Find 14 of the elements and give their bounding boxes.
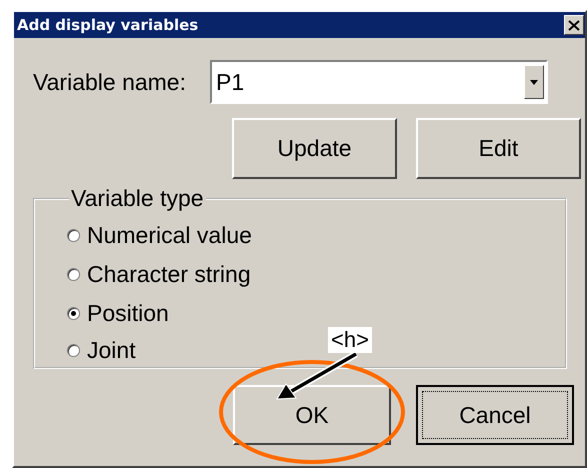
field-label: Variable name: — [33, 68, 186, 96]
radio-label[interactable]: Character string — [87, 260, 251, 288]
radio-label[interactable]: Numerical value — [87, 222, 252, 248]
radio-label[interactable]: Joint — [87, 336, 136, 364]
annotation-label: <h> — [328, 327, 372, 353]
dialog-button[interactable]: OK — [233, 385, 391, 445]
window-title: Add display variables — [17, 16, 198, 34]
action-button[interactable]: Update — [232, 118, 397, 179]
group-title: Variable type — [70, 185, 205, 212]
combobox-value: P1 — [216, 68, 244, 96]
radio-label[interactable]: Position — [87, 300, 169, 326]
dialog-button[interactable]: Cancel — [416, 385, 574, 445]
action-button[interactable]: Edit — [416, 118, 581, 179]
variable-name-combobox[interactable]: P1 — [210, 60, 548, 104]
